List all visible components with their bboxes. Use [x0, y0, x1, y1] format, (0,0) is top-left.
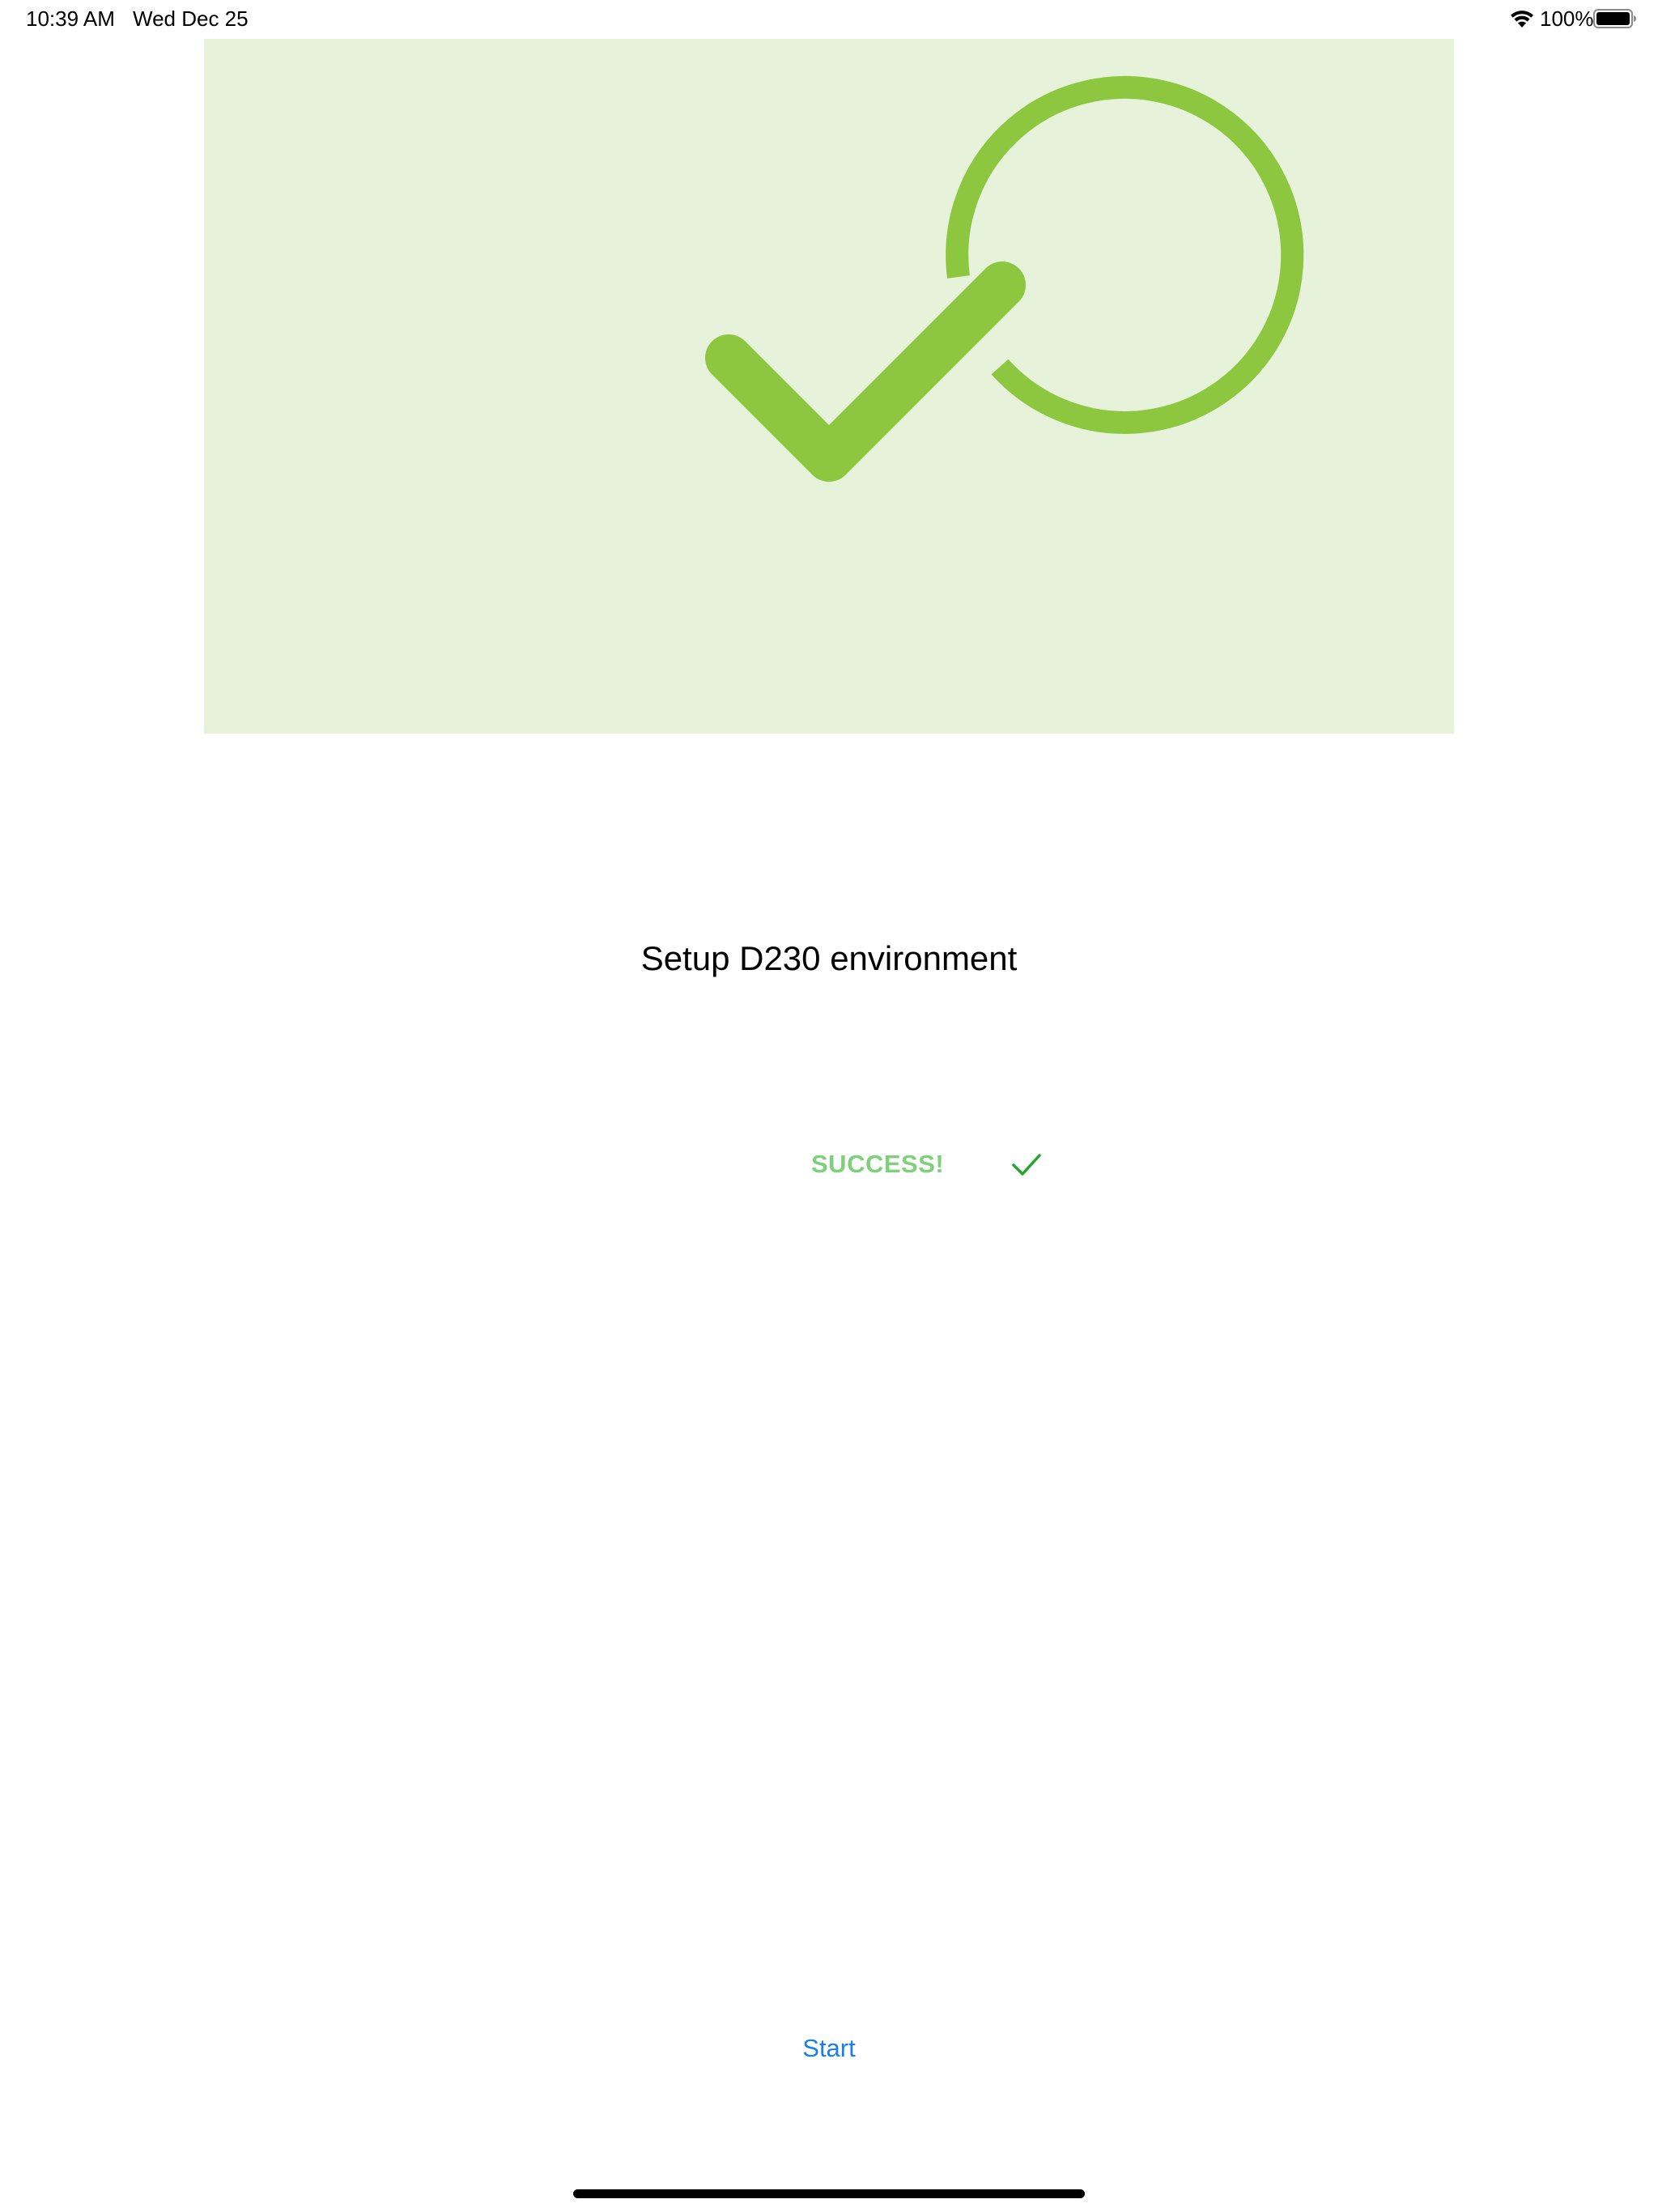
status-label: SUCCESS! — [811, 1150, 945, 1178]
status-bar: 10:39 AM Wed Dec 25 100% — [0, 0, 1658, 39]
page-title: Setup D230 environment — [640, 939, 1018, 977]
battery-percent: 100% — [1540, 6, 1594, 31]
status-date: Wed Dec 25 — [133, 6, 249, 31]
hero-banner — [204, 39, 1454, 734]
check-circle-icon — [705, 75, 1304, 482]
wifi-icon — [1511, 11, 1533, 28]
battery-icon — [1593, 9, 1636, 28]
home-indicator[interactable] — [573, 2189, 1085, 2198]
start-button[interactable]: Start — [780, 2031, 878, 2066]
status-time: 10:39 AM — [26, 6, 115, 31]
checkmark-icon — [1012, 1154, 1041, 1176]
screen: 10:39 AM Wed Dec 25 100% Setup D230 envi… — [0, 0, 1658, 2212]
